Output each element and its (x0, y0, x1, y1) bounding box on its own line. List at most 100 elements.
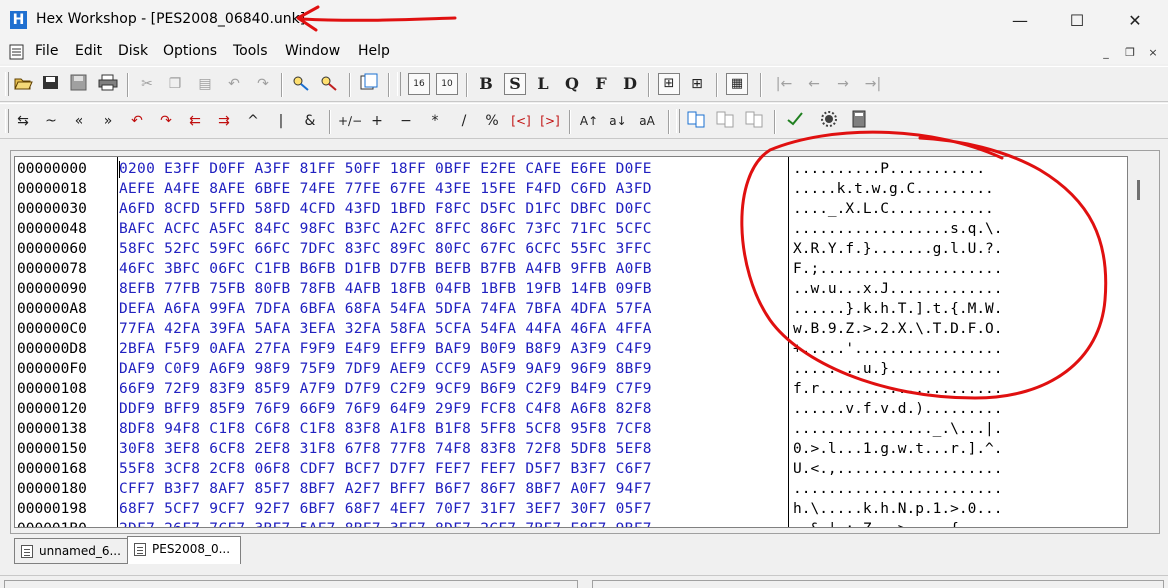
row-ascii[interactable]: +.....'................. (793, 339, 1123, 359)
row-hex-bytes[interactable]: CFF7 B3F7 8AF7 85F7 8BF7 A2F7 BFF7 B6F7 … (119, 479, 789, 499)
add-bookmark-icon[interactable]: ⊞ (686, 73, 708, 95)
row-ascii[interactable]: ..................s.q.\. (793, 219, 1123, 239)
open-icon[interactable] (12, 73, 34, 95)
row-ascii[interactable]: ...._.X.L.C............ (793, 199, 1123, 219)
scrollbar-thumb[interactable] (1137, 180, 1140, 200)
shift-right-icon[interactable]: » (97, 110, 119, 132)
type-float-button[interactable]: F (590, 73, 612, 95)
subtract-icon[interactable]: − (395, 110, 417, 132)
row-hex-bytes[interactable]: 8EFB 77FB 75FB 80FB 78FB 4AFB 18FB 04FB … (119, 279, 789, 299)
block-shift-left-icon[interactable]: ⇇ (184, 110, 206, 132)
menu-edit[interactable]: Edit (75, 43, 102, 59)
row-ascii[interactable]: ......v.f.v.d.)......... (793, 399, 1123, 419)
mdi-minimize-button[interactable]: _ (1096, 45, 1116, 61)
and-icon[interactable]: & (299, 110, 321, 132)
menu-options[interactable]: Options (163, 43, 217, 59)
type-short-button[interactable]: S (504, 73, 526, 95)
type-long-button[interactable]: L (532, 73, 554, 95)
print-icon[interactable] (97, 73, 119, 95)
row-ascii[interactable]: .....k.t.w.g.C......... (793, 179, 1123, 199)
close-button[interactable]: ✕ (1112, 7, 1158, 35)
row-hex-bytes[interactable]: 58FC 52FC 59FC 66FC 7DFC 83FC 89FC 80FC … (119, 239, 789, 259)
paste-icon[interactable]: ▤ (194, 73, 216, 95)
multiply-icon[interactable]: * (424, 110, 446, 132)
toolbar-grip[interactable] (5, 109, 9, 133)
row-hex-bytes[interactable]: BAFC ACFC A5FC 84FC 98FC B3FC A2FC 8FFC … (119, 219, 789, 239)
row-ascii[interactable]: ................_.\...|. (793, 419, 1123, 439)
row-hex-bytes[interactable]: AEFE A4FE 8AFE 6BFE 74FE 77FE 67FE 43FE … (119, 179, 789, 199)
row-ascii[interactable]: U.<.,................... (793, 459, 1123, 479)
menu-file[interactable]: File (35, 43, 58, 59)
menu-tools[interactable]: Tools (233, 43, 268, 59)
row-hex-bytes[interactable]: DAF9 C0F9 A6F9 98F9 75F9 7DF9 AEF9 CCF9 … (119, 359, 789, 379)
copy-icon[interactable]: ❐ (164, 73, 186, 95)
minimize-button[interactable]: — (997, 7, 1043, 35)
replace-icon[interactable] (318, 73, 340, 95)
undo-icon[interactable]: ↶ (223, 73, 245, 95)
tab-pes2008[interactable]: PES2008_0... (127, 536, 241, 564)
row-ascii[interactable]: X.R.Y.f.}.......g.l.U.?. (793, 239, 1123, 259)
row-hex-bytes[interactable]: 0200 E3FF D0FF A3FF 81FF 50FF 18FF 0BFF … (119, 159, 789, 179)
or-icon[interactable]: | (270, 110, 292, 132)
layout-icon[interactable]: ▦ (726, 73, 748, 95)
row-ascii[interactable]: F.;..................... (793, 259, 1123, 279)
compare-icon[interactable] (685, 110, 707, 132)
row-ascii[interactable]: f.r..................... (793, 379, 1123, 399)
maximize-button[interactable]: ☐ (1054, 7, 1100, 35)
compare-prev-icon[interactable] (743, 110, 765, 132)
checksum-icon[interactable] (784, 110, 806, 132)
toolbar-grip[interactable] (676, 109, 680, 133)
redo-icon[interactable]: ↷ (252, 73, 274, 95)
row-ascii[interactable]: -.&.|.;.Z...>...,.{..... (793, 519, 1123, 527)
find-icon[interactable] (290, 73, 312, 95)
row-hex-bytes[interactable]: 8DF8 94F8 C1F8 C6F8 C1F8 83F8 A1F8 B1F8 … (119, 419, 789, 439)
uppercase-icon[interactable]: A↑ (578, 110, 600, 132)
type-byte-button[interactable]: B (475, 73, 497, 95)
row-ascii[interactable]: w.B.9.Z.>.2.X.\.T.D.F.O. (793, 319, 1123, 339)
shift-left-icon[interactable]: « (68, 110, 90, 132)
row-hex-bytes[interactable]: 30F8 3EF8 6CF8 2EF8 31F8 67F8 77F8 74F8 … (119, 439, 789, 459)
document-menu-icon[interactable] (8, 43, 26, 61)
row-ascii[interactable]: h.\.....k.h.N.p.1.>.0... (793, 499, 1123, 519)
lowercase-icon[interactable]: a↓ (607, 110, 629, 132)
block-left-icon[interactable]: [<] (510, 110, 532, 132)
menu-disk[interactable]: Disk (118, 43, 148, 59)
properties-icon[interactable] (358, 73, 380, 95)
row-hex-bytes[interactable]: 2BFA F5F9 0AFA 27FA F9F9 E4F9 EFF9 BAF9 … (119, 339, 789, 359)
change-sign-icon[interactable]: +∕− (338, 110, 362, 132)
row-ascii[interactable]: ........................ (793, 479, 1123, 499)
hex-editor[interactable]: 00000000 0200 E3FF D0FF A3FF 81FF 50FF 18… (14, 156, 1128, 528)
toolbar-grip[interactable] (397, 72, 401, 96)
menu-window[interactable]: Window (285, 43, 340, 59)
block-shift-right-icon[interactable]: ⇉ (213, 110, 235, 132)
block-right-icon[interactable]: [>] (539, 110, 561, 132)
rotate-right-icon[interactable]: ↷ (155, 110, 177, 132)
base16-icon[interactable]: 16 (408, 73, 430, 95)
tab-unnamed[interactable]: unnamed_6... (14, 538, 128, 564)
menu-help[interactable]: Help (358, 43, 390, 59)
row-hex-bytes[interactable]: 66F9 72F9 83F9 85F9 A7F9 D7F9 C2F9 9CF9 … (119, 379, 789, 399)
row-ascii[interactable]: ........u.}............. (793, 359, 1123, 379)
row-hex-bytes[interactable]: 2DF7 26F7 7CF7 3BF7 5AF7 8BF7 3EF7 8DF7 … (119, 519, 789, 527)
rotate-left-icon[interactable]: ↶ (126, 110, 148, 132)
compare-next-icon[interactable] (714, 110, 736, 132)
base10-icon[interactable]: 10 (436, 73, 458, 95)
go-forward-icon[interactable]: → (832, 73, 854, 95)
toolbar-grip[interactable] (5, 72, 9, 96)
row-hex-bytes[interactable]: 55F8 3CF8 2CF8 06F8 CDF7 BCF7 D7F7 FEF7 … (119, 459, 789, 479)
row-hex-bytes[interactable]: 68F7 5CF7 9CF7 92F7 6BF7 68F7 4EF7 70F7 … (119, 499, 789, 519)
row-ascii[interactable]: ..........P........... (793, 159, 1123, 179)
save-icon[interactable] (68, 73, 90, 95)
mdi-close-button[interactable]: × (1143, 45, 1163, 61)
mdi-restore-button[interactable]: ❐ (1120, 45, 1140, 61)
row-ascii[interactable]: 0.>.l...1.g.w.t...r.].^. (793, 439, 1123, 459)
type-quad-button[interactable]: Q (561, 73, 583, 95)
toggle-case-icon[interactable]: aA (636, 110, 658, 132)
inverse-bits-icon[interactable]: ~ (40, 110, 62, 132)
row-hex-bytes[interactable]: A6FD 8CFD 5FFD 58FD 4CFD 43FD 1BFD F8FC … (119, 199, 789, 219)
type-double-button[interactable]: D (619, 73, 641, 95)
calculator-icon[interactable] (848, 110, 870, 132)
row-hex-bytes[interactable]: DDF9 BFF9 85F9 76F9 66F9 76F9 64F9 29F9 … (119, 399, 789, 419)
add-icon[interactable]: + (366, 110, 388, 132)
go-last-icon[interactable]: →| (862, 73, 884, 95)
